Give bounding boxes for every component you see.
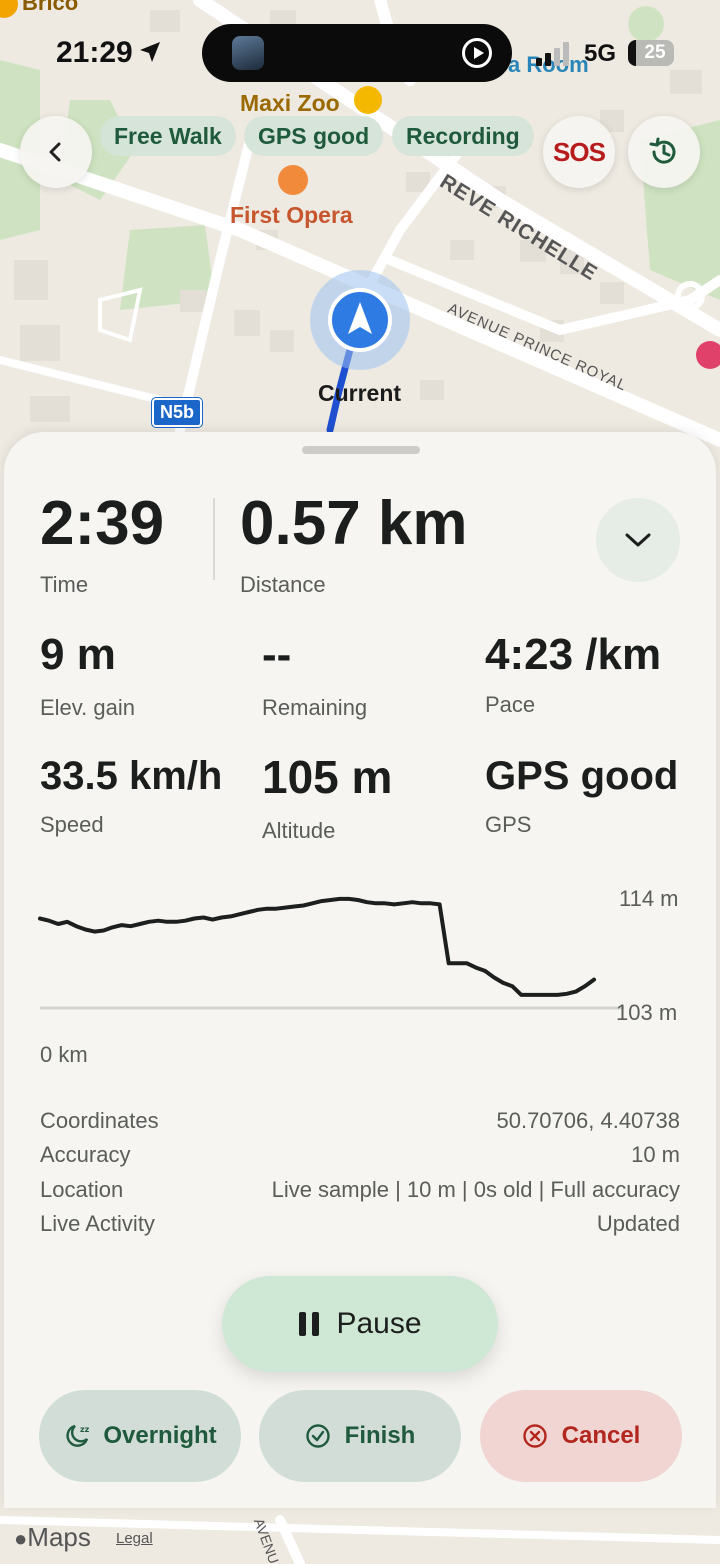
sheet-grabber[interactable] (302, 446, 420, 454)
status-bar: 21:29 5G 25 (0, 0, 720, 100)
altitude-label: Altitude (262, 818, 336, 843)
detail-label: Location (40, 1177, 124, 1202)
now-playing-artwork (232, 36, 264, 70)
speed-value: 33.5 km/h (40, 754, 223, 798)
pause-button[interactable]: Pause (222, 1276, 498, 1372)
back-button[interactable] (20, 116, 92, 188)
history-button[interactable] (628, 116, 700, 188)
activity-sheet: 2:39 Time 0.57 km Distance 9 m Elev. gai… (4, 432, 716, 1508)
elevation-points (40, 899, 594, 995)
elevation-line (38, 896, 596, 997)
legal-link[interactable]: Legal (116, 1530, 153, 1547)
time-value: 2:39 (40, 489, 165, 558)
play-icon[interactable] (462, 38, 492, 68)
elev-gain-label: Elev. gain (40, 695, 135, 720)
detail-row-live-activity: Live Activity Updated (40, 1211, 680, 1241)
finish-button[interactable]: Finish (259, 1390, 461, 1482)
detail-row-coordinates: Coordinates 50.70706, 4.40738 (40, 1108, 680, 1138)
battery-level: 25 (644, 42, 666, 63)
detail-label: Coordinates (40, 1108, 159, 1133)
chip-free-walk[interactable]: Free Walk (100, 116, 236, 156)
detail-row-accuracy: Accuracy 10 m (40, 1142, 680, 1172)
chart-y-min-label: 103 m (616, 1000, 678, 1025)
stat-divider (213, 498, 215, 580)
chart-y-max-label: 114 m (619, 886, 679, 911)
x-circle-icon (522, 1424, 547, 1448)
map-label-first-opera[interactable]: First Opera (230, 202, 353, 229)
finish-label: Finish (344, 1422, 416, 1449)
svg-text:zz: zz (80, 1425, 90, 1434)
network-type: 5G (584, 40, 617, 67)
pace-value: 4:23 /km (485, 630, 662, 679)
sos-label: SOS (553, 136, 606, 167)
history-icon (649, 137, 676, 164)
overnight-button[interactable]: zz Overnight (39, 1390, 241, 1482)
maps-label: Maps (27, 1522, 91, 1552)
route-badge: N5b (150, 397, 204, 428)
battery-icon: 25 (628, 40, 674, 66)
pause-icon (299, 1312, 320, 1336)
distance-label: Distance (240, 572, 326, 597)
cancel-button[interactable]: Cancel (480, 1390, 682, 1482)
sos-button[interactable]: SOS (543, 116, 615, 188)
chart-x-start-label: 0 km (40, 1042, 88, 1067)
detail-value: Live sample | 10 m | 0s old | Full accur… (271, 1177, 680, 1202)
altitude-value: 105 m (262, 751, 393, 803)
pace-label: Pace (485, 692, 536, 717)
map-label-current: Current (318, 380, 402, 406)
chevron-left-icon (49, 142, 61, 162)
speed-label: Speed (40, 812, 104, 837)
apple-maps-logo: ●Maps (14, 1522, 91, 1553)
distance-value: 0.57 km (240, 489, 468, 558)
detail-value: 10 m (631, 1142, 680, 1167)
gps-label: GPS (485, 812, 532, 837)
check-circle-icon (305, 1424, 330, 1448)
gps-value: GPS good (485, 754, 679, 798)
chevron-down-icon (625, 533, 651, 547)
pause-label: Pause (336, 1307, 422, 1340)
collapse-button[interactable] (596, 498, 680, 582)
elevation-chart (38, 896, 624, 1010)
detail-value: 50.70706, 4.40738 (496, 1108, 680, 1133)
time-label: Time (40, 572, 89, 597)
chip-recording[interactable]: Recording (392, 116, 534, 156)
cancel-label: Cancel (561, 1422, 641, 1449)
detail-value: Updated (596, 1211, 680, 1236)
remaining-label: Remaining (262, 695, 368, 720)
dynamic-island[interactable] (202, 24, 512, 82)
location-arrow-icon (140, 42, 160, 62)
remaining-value: -- (262, 630, 292, 679)
chip-gps-good[interactable]: GPS good (244, 116, 384, 156)
status-time: 21:29 (56, 36, 133, 69)
moon-icon: zz (66, 1424, 90, 1447)
apple-logo-icon: ● (14, 1526, 28, 1551)
elev-gain-value: 9 m (40, 630, 116, 679)
detail-label: Live Activity (40, 1211, 155, 1236)
overnight-label: Overnight (103, 1422, 217, 1449)
detail-row-location: Location Live sample | 10 m | 0s old | F… (40, 1177, 680, 1207)
detail-label: Accuracy (40, 1142, 131, 1167)
